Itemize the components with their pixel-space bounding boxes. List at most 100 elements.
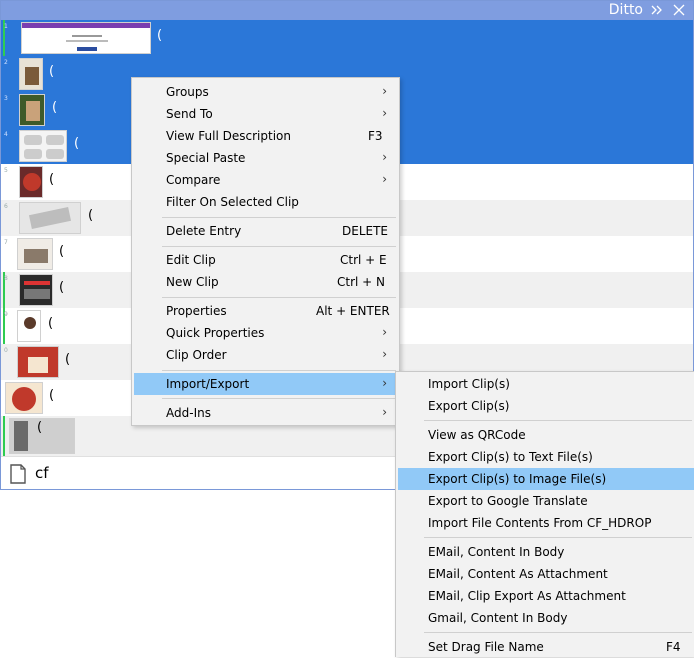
- menu-separator: [424, 420, 692, 421]
- row-number: 6: [4, 203, 8, 210]
- clip-thumbnail: [19, 202, 81, 234]
- row-number: 9: [4, 311, 8, 318]
- menu-shortcut: Alt + ENTER: [316, 304, 390, 318]
- clip-text: (: [49, 172, 55, 187]
- menu-label: EMail, Content In Body: [428, 545, 565, 559]
- menu-item-import-export[interactable]: Import/Export ›: [134, 373, 397, 395]
- chevron-right-icon: ›: [382, 106, 387, 120]
- menu-item-compare[interactable]: Compare ›: [134, 169, 397, 191]
- submenu-item-email-content-attachment[interactable]: EMail, Content As Attachment: [398, 563, 694, 585]
- menu-label: Export Clip(s) to Image File(s): [428, 472, 607, 486]
- menu-item-send-to[interactable]: Send To ›: [134, 103, 397, 125]
- menu-label: Gmail, Content In Body: [428, 611, 568, 625]
- menu-item-quick-properties[interactable]: Quick Properties ›: [134, 322, 397, 344]
- submenu-item-set-drag-file-name[interactable]: Set Drag File Name F4: [398, 636, 694, 658]
- menu-label: Clip Order: [166, 348, 227, 362]
- clip-text: (: [157, 28, 163, 43]
- submenu-item-email-clip-export[interactable]: EMail, Clip Export As Attachment: [398, 585, 694, 607]
- menu-label: Delete Entry: [166, 224, 242, 238]
- menu-shortcut: F3: [368, 129, 383, 143]
- menu-separator: [162, 246, 396, 247]
- chevron-right-icon: ›: [382, 84, 387, 98]
- menu-item-new-clip[interactable]: New Clip Ctrl + N: [134, 271, 397, 293]
- context-menu: Groups › Send To › View Full Description…: [131, 77, 400, 426]
- submenu-item-gmail-content-body[interactable]: Gmail, Content In Body: [398, 607, 694, 629]
- menu-item-filter-on-selected-clip[interactable]: Filter On Selected Clip: [134, 191, 397, 213]
- row-number: 8: [4, 275, 8, 282]
- close-icon[interactable]: [671, 3, 687, 17]
- menu-separator: [424, 632, 692, 633]
- menu-label: Set Drag File Name: [428, 640, 544, 654]
- menu-item-delete-entry[interactable]: Delete Entry DELETE: [134, 220, 397, 242]
- menu-label: Export Clip(s): [428, 399, 510, 413]
- clip-text: (: [49, 64, 55, 79]
- row-number: 1: [4, 23, 8, 30]
- clip-thumbnail: [21, 22, 151, 54]
- clip-text: (: [59, 280, 65, 295]
- submenu-item-import-cf-hdrop[interactable]: Import File Contents From CF_HDROP: [398, 512, 694, 534]
- menu-label: EMail, Clip Export As Attachment: [428, 589, 626, 603]
- clip-thumbnail: [5, 382, 43, 414]
- clip-text: (: [65, 352, 71, 367]
- row-number: 3: [4, 95, 8, 102]
- menu-shortcut: Ctrl + E: [340, 253, 387, 267]
- menu-item-special-paste[interactable]: Special Paste ›: [134, 147, 397, 169]
- row-number: 0: [4, 347, 8, 354]
- clip-thumbnail: [17, 238, 53, 270]
- menu-item-view-full-description[interactable]: View Full Description F3: [134, 125, 397, 147]
- menu-separator: [162, 398, 396, 399]
- expand-icon[interactable]: [649, 3, 665, 17]
- menu-item-groups[interactable]: Groups ›: [134, 81, 397, 103]
- menu-separator: [162, 370, 396, 371]
- menu-label: Import Clip(s): [428, 377, 510, 391]
- menu-label: Add-Ins: [166, 406, 211, 420]
- menu-label: Special Paste: [166, 151, 246, 165]
- menu-separator: [162, 297, 396, 298]
- clip-row[interactable]: 1 (: [1, 20, 693, 56]
- menu-item-clip-order[interactable]: Clip Order ›: [134, 344, 397, 366]
- menu-separator: [424, 537, 692, 538]
- row-marker: [3, 416, 5, 456]
- submenu-item-email-content-body[interactable]: EMail, Content In Body: [398, 541, 694, 563]
- clip-thumbnail: [19, 94, 45, 126]
- menu-item-properties[interactable]: Properties Alt + ENTER: [134, 300, 397, 322]
- document-icon[interactable]: [9, 463, 27, 485]
- chevron-right-icon: ›: [382, 347, 387, 361]
- submenu-item-view-as-qrcode[interactable]: View as QRCode: [398, 424, 694, 446]
- menu-label: Edit Clip: [166, 253, 216, 267]
- menu-item-edit-clip[interactable]: Edit Clip Ctrl + E: [134, 249, 397, 271]
- import-export-submenu: Import Clip(s) Export Clip(s) View as QR…: [395, 371, 694, 657]
- clip-thumbnail: [17, 310, 41, 342]
- menu-shortcut: DELETE: [342, 224, 389, 238]
- title-bar[interactable]: Ditto: [1, 1, 693, 20]
- clip-thumbnail: [19, 166, 43, 198]
- chevron-right-icon: ›: [382, 325, 387, 339]
- row-number: 2: [4, 59, 8, 66]
- menu-label: View Full Description: [166, 129, 291, 143]
- clip-text: (: [52, 100, 58, 115]
- clip-text: (: [59, 244, 65, 259]
- menu-label: Properties: [166, 304, 227, 318]
- clip-text: (: [74, 136, 80, 151]
- menu-label: Export Clip(s) to Text File(s): [428, 450, 593, 464]
- chevron-right-icon: ›: [382, 172, 387, 186]
- menu-separator: [162, 217, 396, 218]
- chevron-right-icon: ›: [382, 150, 387, 164]
- submenu-item-export-clips[interactable]: Export Clip(s): [398, 395, 694, 417]
- menu-label: View as QRCode: [428, 428, 526, 442]
- menu-label: Groups: [166, 85, 209, 99]
- submenu-item-export-to-image[interactable]: Export Clip(s) to Image File(s): [398, 468, 694, 490]
- submenu-item-import-clips[interactable]: Import Clip(s): [398, 373, 694, 395]
- clip-text: (: [49, 388, 55, 403]
- submenu-item-export-to-text[interactable]: Export Clip(s) to Text File(s): [398, 446, 694, 468]
- window-title: Ditto: [608, 2, 643, 18]
- clip-thumbnail: [19, 58, 43, 90]
- menu-label: New Clip: [166, 275, 219, 289]
- chevron-right-icon: ›: [382, 405, 387, 419]
- submenu-item-export-google-translate[interactable]: Export to Google Translate: [398, 490, 694, 512]
- clip-text: (: [37, 420, 43, 435]
- menu-shortcut: F4: [666, 640, 681, 654]
- row-number: 4: [4, 131, 8, 138]
- menu-label: Compare: [166, 173, 221, 187]
- menu-item-add-ins[interactable]: Add-Ins ›: [134, 402, 397, 424]
